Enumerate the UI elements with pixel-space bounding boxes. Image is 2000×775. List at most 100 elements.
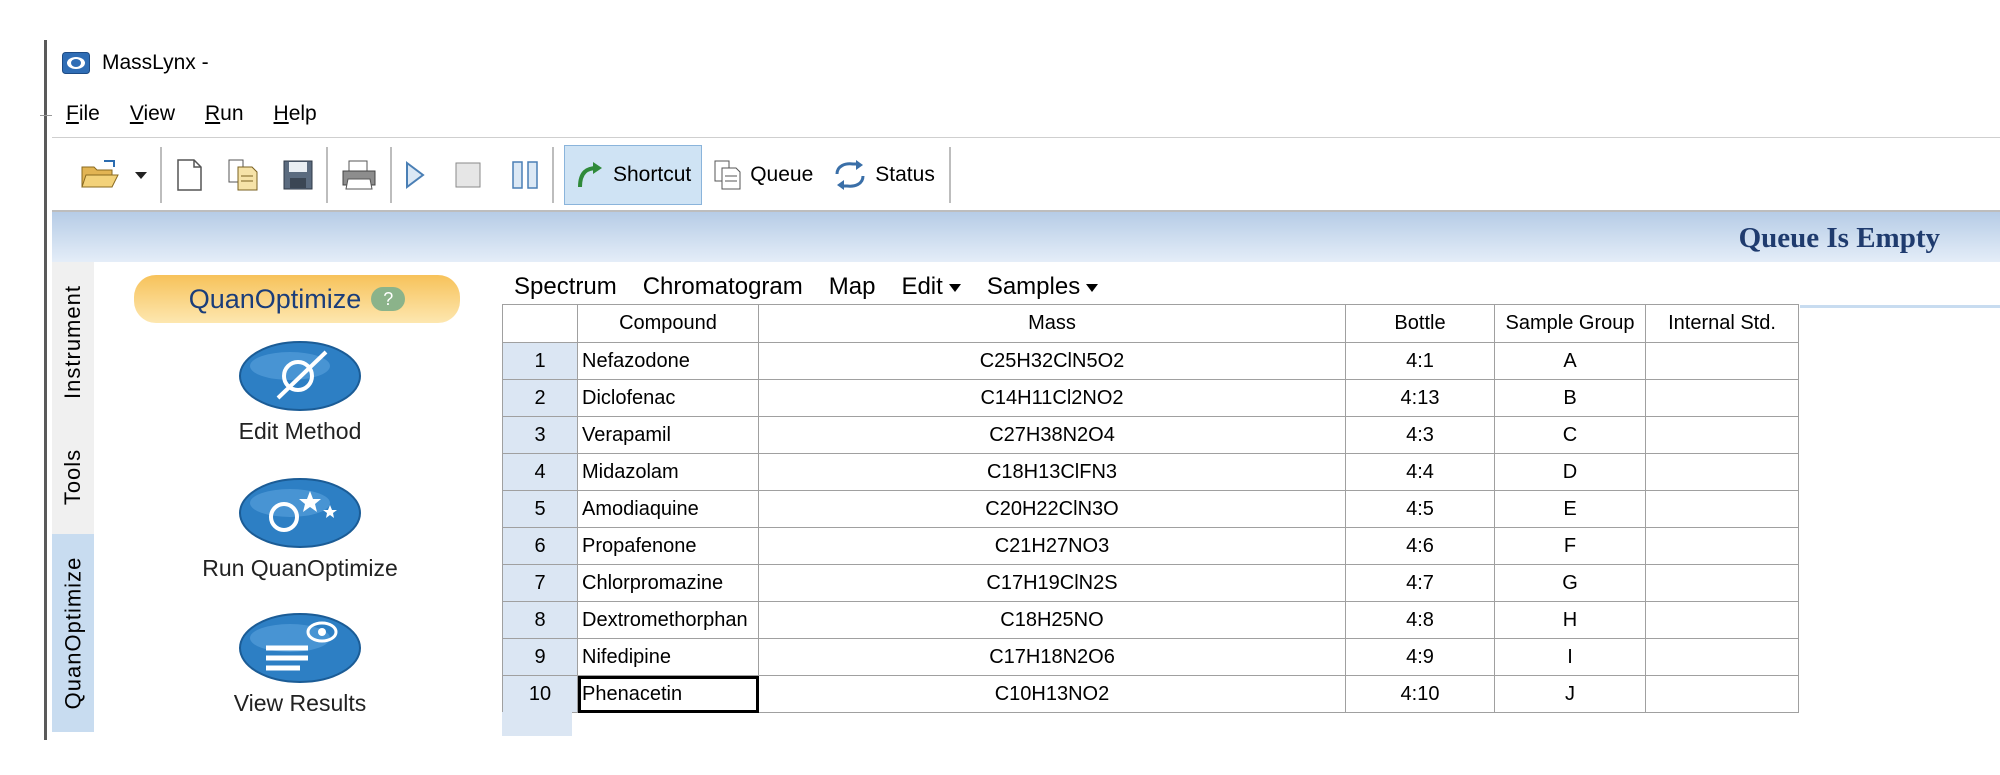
compound-cell[interactable]: Amodiaquine <box>577 490 759 528</box>
bottle-cell[interactable]: 4:13 <box>1345 379 1495 417</box>
mass-cell[interactable]: C17H19ClN2S <box>758 564 1346 602</box>
internal-std-cell[interactable] <box>1645 527 1799 565</box>
sample-group-cell[interactable]: G <box>1494 564 1646 602</box>
bottle-cell[interactable]: 4:8 <box>1345 601 1495 639</box>
table-row[interactable]: 10 Phenacetin C10H13NO2 4:10 J <box>502 675 1799 713</box>
compound-cell[interactable]: Nefazodone <box>577 342 759 380</box>
table-row[interactable]: 1 Nefazodone C25H32ClN5O2 4:1 A <box>502 342 1799 380</box>
open-dropdown-button[interactable] <box>134 150 148 200</box>
status-button[interactable]: Status <box>823 146 945 204</box>
run-button[interactable] <box>404 150 426 200</box>
tab-tools[interactable]: Tools <box>52 427 94 527</box>
compound-cell[interactable]: Dextromethorphan <box>577 601 759 639</box>
sample-group-cell[interactable]: J <box>1494 675 1646 713</box>
bottle-cell[interactable]: 4:4 <box>1345 453 1495 491</box>
bottle-cell[interactable]: 4:5 <box>1345 490 1495 528</box>
table-row[interactable]: 4 Midazolam C18H13ClFN3 4:4 D <box>502 453 1799 491</box>
tab-quanoptimize[interactable]: QuanOptimize <box>52 534 94 732</box>
mass-cell[interactable]: C14H11Cl2NO2 <box>758 379 1346 417</box>
save-button[interactable] <box>282 150 314 200</box>
view-results-label[interactable]: View Results <box>150 690 450 717</box>
menu-spectrum[interactable]: Spectrum <box>514 273 617 301</box>
bottle-cell[interactable]: 4:6 <box>1345 527 1495 565</box>
row-number-cell[interactable]: 1 <box>502 342 578 380</box>
menu-chromatogram[interactable]: Chromatogram <box>643 273 803 301</box>
internal-std-cell[interactable] <box>1645 490 1799 528</box>
row-number-cell[interactable]: 2 <box>502 379 578 417</box>
view-results-button[interactable] <box>238 612 362 689</box>
mass-cell[interactable]: C18H13ClFN3 <box>758 453 1346 491</box>
sample-group-cell[interactable]: C <box>1494 416 1646 454</box>
menu-file[interactable]: File <box>66 102 100 126</box>
row-number-cell[interactable]: 10 <box>502 675 578 713</box>
table-row[interactable]: 2 Diclofenac C14H11Cl2NO2 4:13 B <box>502 379 1799 417</box>
internal-std-cell[interactable] <box>1645 453 1799 491</box>
menu-samples-dropdown[interactable]: Samples <box>987 273 1099 301</box>
compound-cell[interactable]: Diclofenac <box>577 379 759 417</box>
row-number-cell[interactable]: 7 <box>502 564 578 602</box>
corner-header-cell[interactable] <box>502 304 578 343</box>
sample-group-cell[interactable]: H <box>1494 601 1646 639</box>
edit-method-label[interactable]: Edit Method <box>150 418 450 445</box>
row-number-cell[interactable]: 6 <box>502 527 578 565</box>
bottle-cell[interactable]: 4:3 <box>1345 416 1495 454</box>
menu-map[interactable]: Map <box>829 273 876 301</box>
row-number-cell[interactable]: 5 <box>502 490 578 528</box>
menu-edit-dropdown[interactable]: Edit <box>901 273 961 301</box>
compound-cell[interactable]: Nifedipine <box>577 638 759 676</box>
sample-group-cell[interactable]: B <box>1494 379 1646 417</box>
bottle-cell[interactable]: 4:10 <box>1345 675 1495 713</box>
edit-method-button[interactable] <box>238 340 362 417</box>
compound-cell[interactable]: Midazolam <box>577 453 759 491</box>
mass-cell[interactable]: C21H27NO3 <box>758 527 1346 565</box>
compound-cell[interactable]: Chlorpromazine <box>577 564 759 602</box>
sample-group-cell[interactable]: E <box>1494 490 1646 528</box>
row-number-cell[interactable]: 9 <box>502 638 578 676</box>
sample-group-cell[interactable]: I <box>1494 638 1646 676</box>
sample-group-cell[interactable]: D <box>1494 453 1646 491</box>
row-number-cell[interactable]: 3 <box>502 416 578 454</box>
column-header-bottle[interactable]: Bottle <box>1345 304 1495 343</box>
mass-cell[interactable]: C25H32ClN5O2 <box>758 342 1346 380</box>
new-file-button[interactable] <box>174 150 204 200</box>
internal-std-cell[interactable] <box>1645 416 1799 454</box>
open-folder-button[interactable] <box>80 150 120 200</box>
run-quanoptimize-button[interactable] <box>238 477 362 554</box>
compound-cell[interactable]: Verapamil <box>577 416 759 454</box>
bottle-cell[interactable]: 4:7 <box>1345 564 1495 602</box>
compound-cell[interactable]: Propafenone <box>577 527 759 565</box>
column-header-sample-group[interactable]: Sample Group <box>1494 304 1646 343</box>
bottle-cell[interactable]: 4:1 <box>1345 342 1495 380</box>
mass-cell[interactable]: C10H13NO2 <box>758 675 1346 713</box>
table-row[interactable]: 5 Amodiaquine C20H22ClN3O 4:5 E <box>502 490 1799 528</box>
sample-group-cell[interactable]: F <box>1494 527 1646 565</box>
mass-cell[interactable]: C17H18N2O6 <box>758 638 1346 676</box>
internal-std-cell[interactable] <box>1645 342 1799 380</box>
compound-cell[interactable]: Phenacetin <box>577 675 759 713</box>
stop-button[interactable] <box>454 150 482 200</box>
column-header-mass[interactable]: Mass <box>758 304 1346 343</box>
row-number-cell[interactable]: 4 <box>502 453 578 491</box>
internal-std-cell[interactable] <box>1645 601 1799 639</box>
help-icon[interactable]: ? <box>371 287 406 311</box>
column-header-internal-std[interactable]: Internal Std. <box>1645 304 1799 343</box>
internal-std-cell[interactable] <box>1645 638 1799 676</box>
print-button[interactable] <box>340 150 378 200</box>
queue-button[interactable]: Queue <box>702 146 823 204</box>
shortcut-button[interactable]: Shortcut <box>564 145 703 205</box>
table-row[interactable]: 9 Nifedipine C17H18N2O6 4:9 I <box>502 638 1799 676</box>
bottle-cell[interactable]: 4:9 <box>1345 638 1495 676</box>
table-row[interactable]: 7 Chlorpromazine C17H19ClN2S 4:7 G <box>502 564 1799 602</box>
table-row[interactable]: 6 Propafenone C21H27NO3 4:6 F <box>502 527 1799 565</box>
mass-cell[interactable]: C27H38N2O4 <box>758 416 1346 454</box>
column-header-compound[interactable]: Compound <box>577 304 759 343</box>
menu-run[interactable]: Run <box>205 102 244 126</box>
pause-button[interactable] <box>510 150 540 200</box>
menu-help[interactable]: Help <box>274 102 317 126</box>
run-quanoptimize-label[interactable]: Run QuanOptimize <box>150 555 450 582</box>
internal-std-cell[interactable] <box>1645 379 1799 417</box>
internal-std-cell[interactable] <box>1645 564 1799 602</box>
row-number-cell[interactable]: 8 <box>502 601 578 639</box>
menu-view[interactable]: View <box>130 102 175 126</box>
tab-instrument[interactable]: Instrument <box>52 262 94 422</box>
